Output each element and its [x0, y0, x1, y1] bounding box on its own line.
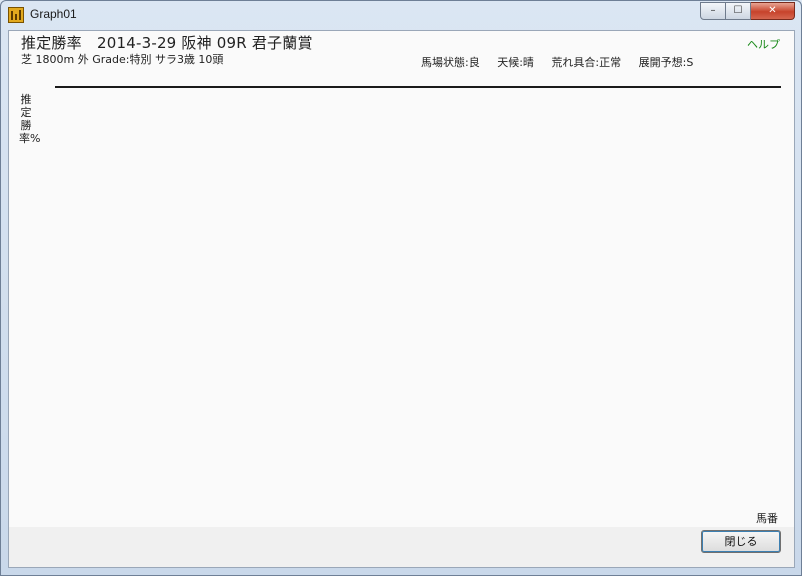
client-area: 推定勝率 2014-3-29 阪神 09R 君子蘭賞 芝 1800m 外 Gra…	[8, 30, 795, 568]
maximize-button[interactable]: ☐	[726, 2, 751, 20]
minimize-button[interactable]: –	[700, 2, 726, 20]
help-link[interactable]: ヘルプ	[747, 36, 780, 52]
y-axis-label: 推定勝率%	[19, 93, 41, 145]
race-details: 芝 1800m 外 Grade:特別 サラ3歳 10頭	[21, 53, 224, 66]
close-button[interactable]: 閉じる	[701, 530, 781, 553]
close-window-button[interactable]: ✕	[751, 2, 795, 20]
window-controls: – ☐ ✕	[700, 2, 795, 21]
app-icon	[8, 7, 24, 23]
footer-bar	[9, 527, 794, 567]
race-conditions: 馬場状態:良 天候:晴 荒れ具合:正常 展開予想:S	[421, 54, 707, 70]
pace-forecast: 展開予想:S	[638, 56, 694, 69]
track-condition: 馬場状態:良	[421, 56, 480, 69]
graph-window: Graph01 – ☐ ✕ 推定勝率 2014-3-29 阪神 09R 君子蘭賞…	[0, 0, 802, 576]
weather: 天候:晴	[497, 56, 534, 69]
x-axis-label: 馬番	[756, 512, 778, 525]
chart-top-axis	[55, 86, 781, 88]
window-title: Graph01	[30, 7, 77, 21]
race-title: 推定勝率 2014-3-29 阪神 09R 君子蘭賞	[21, 34, 313, 52]
roughness: 荒れ具合:正常	[551, 56, 622, 69]
title-bar[interactable]: Graph01 – ☐ ✕	[1, 1, 801, 29]
